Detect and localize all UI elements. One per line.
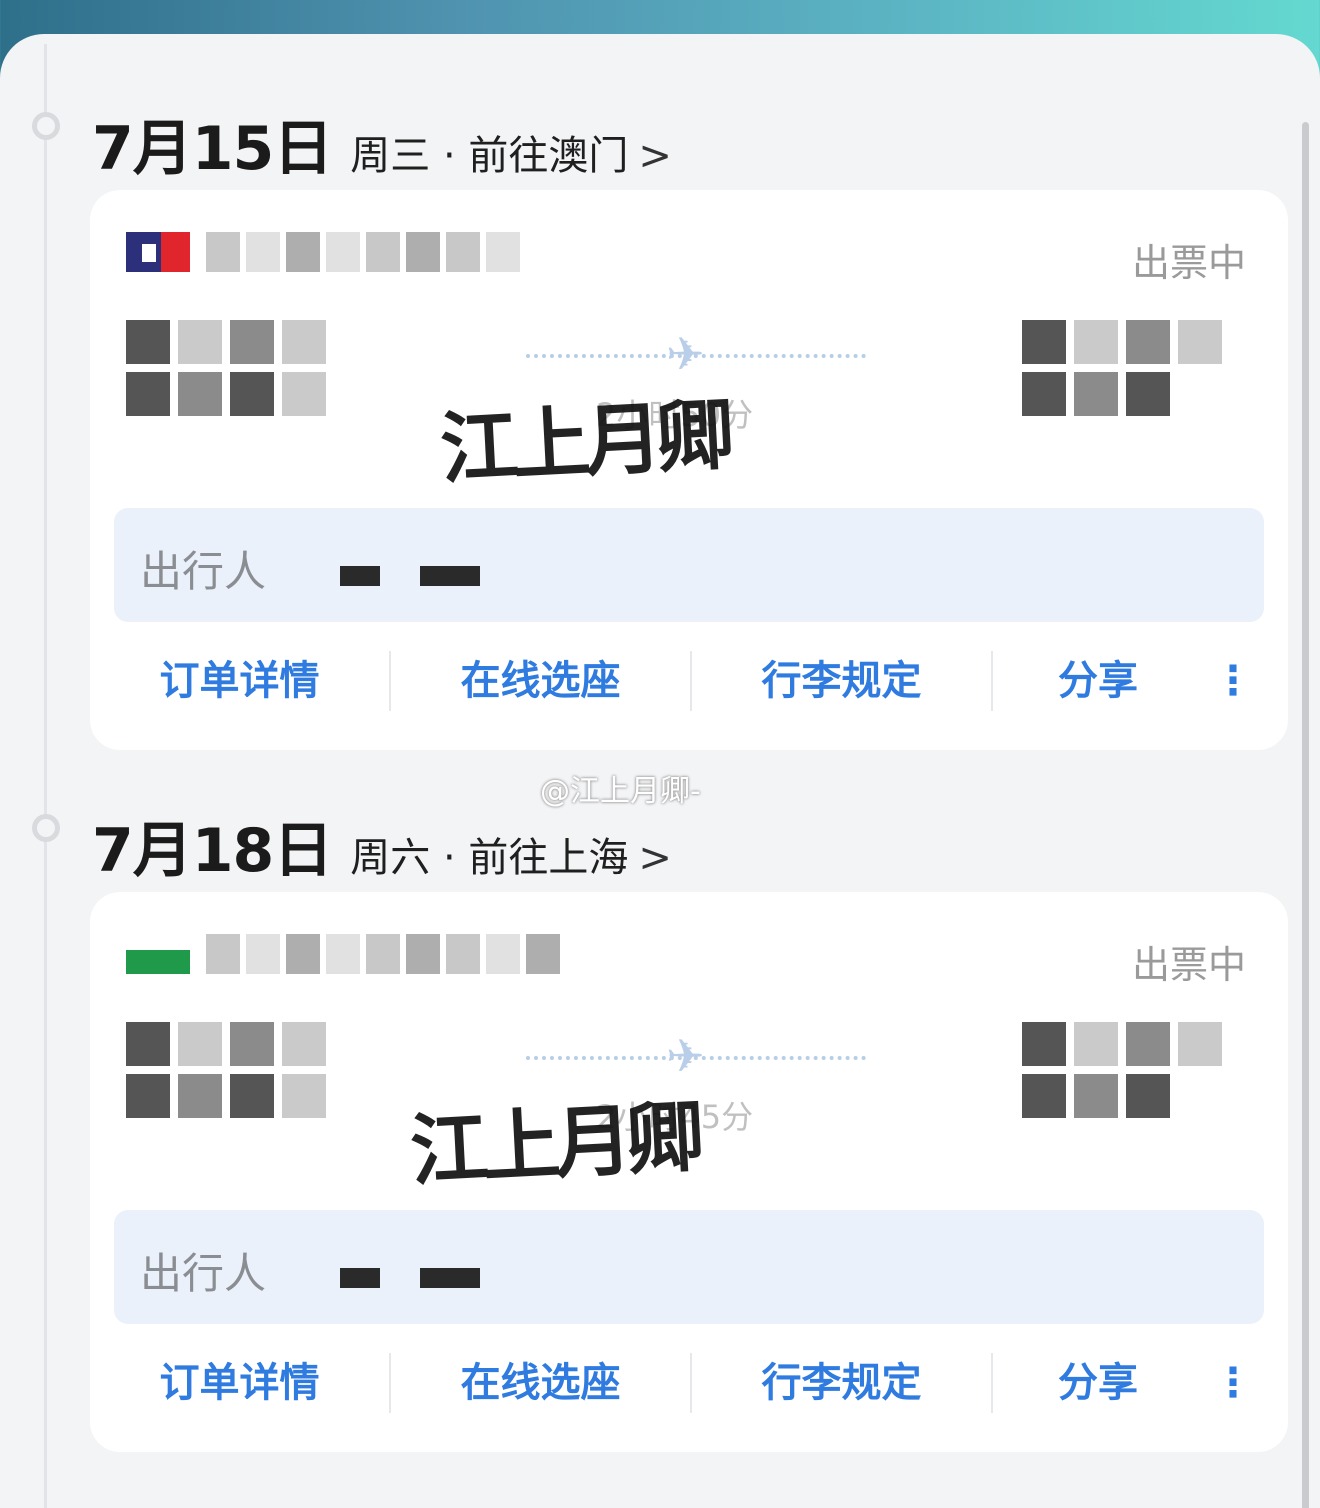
day-date: 7月15日 bbox=[92, 114, 333, 184]
airline-row bbox=[126, 232, 520, 272]
online-seat-button[interactable]: 在线选座 bbox=[391, 1353, 692, 1413]
timeline-node bbox=[32, 112, 60, 140]
plane-icon: ✈ bbox=[666, 327, 705, 381]
airline-logo-icon bbox=[126, 950, 190, 974]
trip-list-panel: 7月15日 周三 · 前往澳门 > 出票中 ✈ 2小时50分 出行人 订单详情 … bbox=[0, 34, 1320, 1508]
more-icon[interactable]: ⋮ bbox=[1203, 651, 1263, 711]
share-button[interactable]: 分享 bbox=[993, 1353, 1203, 1413]
status-badge: 出票中 bbox=[1131, 943, 1246, 987]
day-date: 7月18日 bbox=[92, 816, 333, 886]
day-header[interactable]: 7月15日 周三 · 前往澳门 > bbox=[92, 100, 672, 187]
passenger-label: 出行人 bbox=[140, 1249, 267, 1298]
departure-redacted bbox=[126, 1022, 366, 1118]
order-details-button[interactable]: 订单详情 bbox=[90, 651, 391, 711]
card-actions: 订单详情 在线选座 行李规定 分享 ⋮ bbox=[90, 646, 1288, 716]
flight-card[interactable]: 出票中 ✈ 2小时50分 出行人 订单详情 在线选座 行李规定 分享 ⋮ 江上月… bbox=[90, 190, 1288, 750]
online-seat-button[interactable]: 在线选座 bbox=[391, 651, 692, 711]
scrollbar[interactable] bbox=[1302, 122, 1309, 1508]
baggage-rules-button[interactable]: 行李规定 bbox=[692, 1353, 993, 1413]
arrival-redacted bbox=[1022, 320, 1252, 416]
watermark-logo: 江上月卿 bbox=[408, 1091, 701, 1198]
timeline-node bbox=[32, 814, 60, 842]
passenger-box[interactable]: 出行人 bbox=[114, 1210, 1264, 1324]
timeline-line bbox=[44, 44, 47, 1508]
airline-row bbox=[126, 934, 560, 974]
airline-name-redacted bbox=[206, 232, 520, 272]
chevron-right-icon: > bbox=[638, 835, 672, 881]
share-button[interactable]: 分享 bbox=[993, 651, 1203, 711]
arrival-redacted bbox=[1022, 1022, 1252, 1118]
plane-icon: ✈ bbox=[666, 1029, 705, 1083]
card-actions: 订单详情 在线选座 行李规定 分享 ⋮ bbox=[90, 1348, 1288, 1418]
airline-name-redacted bbox=[206, 934, 560, 974]
status-badge: 出票中 bbox=[1131, 241, 1246, 285]
departure-redacted bbox=[126, 320, 366, 416]
order-details-button[interactable]: 订单详情 bbox=[90, 1353, 391, 1413]
day-subtitle: 周三 · 前往澳门 bbox=[350, 133, 629, 179]
baggage-rules-button[interactable]: 行李规定 bbox=[692, 651, 993, 711]
more-icon[interactable]: ⋮ bbox=[1203, 1353, 1263, 1413]
passenger-name-redacted bbox=[340, 1268, 480, 1288]
flight-card[interactable]: 出票中 ✈ 2小时45分 出行人 订单详情 在线选座 行李规定 分享 ⋮ 江上月… bbox=[90, 892, 1288, 1452]
airline-logo-icon bbox=[126, 232, 190, 272]
passenger-label: 出行人 bbox=[140, 547, 267, 596]
watermark-logo: 江上月卿 bbox=[438, 389, 731, 496]
passenger-box[interactable]: 出行人 bbox=[114, 508, 1264, 622]
passenger-name-redacted bbox=[340, 566, 480, 586]
day-header[interactable]: 7月18日 周六 · 前往上海 > bbox=[92, 802, 672, 889]
day-subtitle: 周六 · 前往上海 bbox=[350, 835, 629, 881]
chevron-right-icon: > bbox=[638, 133, 672, 179]
